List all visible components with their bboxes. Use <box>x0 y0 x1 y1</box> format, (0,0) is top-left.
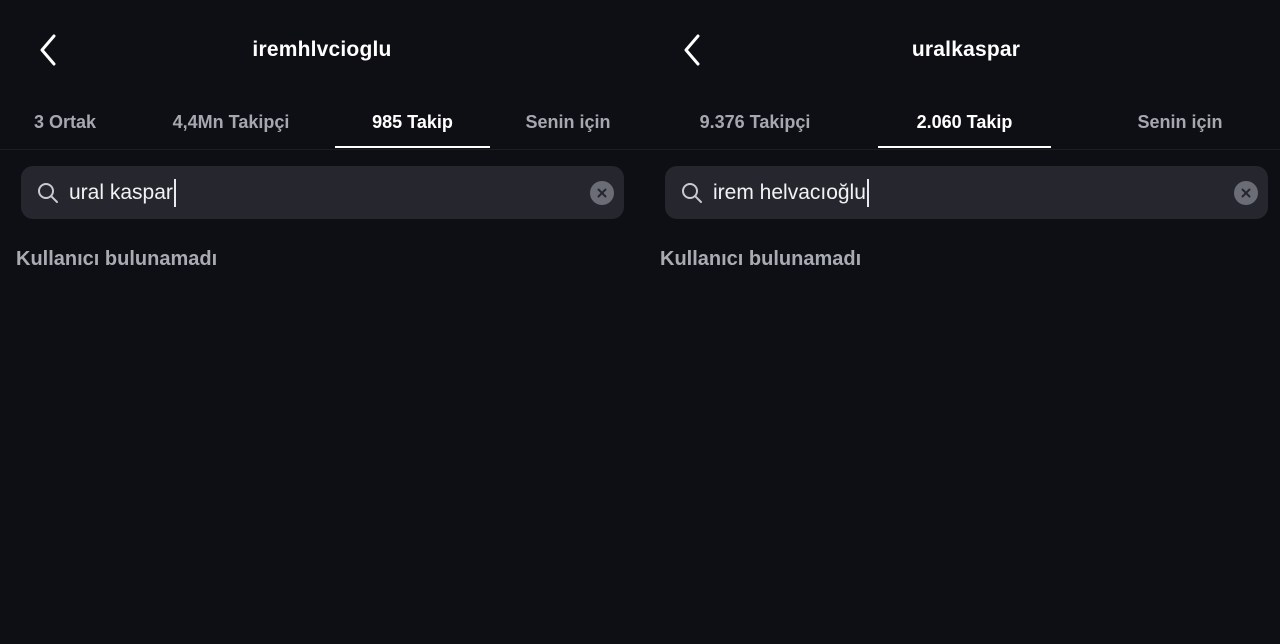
following-panel-right: uralkaspar 9.376 Takipçi 2.060 Takip Sen… <box>644 0 1280 644</box>
clear-search-button[interactable] <box>590 181 614 205</box>
clear-search-button[interactable] <box>1234 181 1258 205</box>
tab-mutual[interactable]: 3 Ortak <box>14 94 116 150</box>
no-results-message: Kullanıcı bulunamadı <box>16 248 218 270</box>
tab-label: 9.376 Takipçi <box>699 111 811 132</box>
tab-label: Senin için <box>525 111 611 132</box>
search-input[interactable]: ural kaspar <box>69 166 176 219</box>
search-icon <box>38 183 58 203</box>
tab-following[interactable]: 2.060 Takip <box>878 94 1051 150</box>
search-input[interactable]: irem helvacıoğlu <box>713 166 869 219</box>
tab-followers[interactable]: 9.376 Takipçi <box>674 94 836 150</box>
tab-label: 985 Takip <box>372 111 453 132</box>
active-tab-indicator <box>878 146 1051 148</box>
clear-circle-icon <box>597 188 607 198</box>
tab-for-you[interactable]: Senin için <box>1122 94 1238 150</box>
search-query: ural kaspar <box>69 180 173 204</box>
search-query: irem helvacıoğlu <box>713 180 866 204</box>
clear-circle-icon <box>1241 188 1251 198</box>
search-icon <box>682 183 702 203</box>
following-panel-left: iremhlvcioglu 3 Ortak 4,4Mn Takipçi 985 … <box>0 0 644 644</box>
tab-bar: 3 Ortak 4,4Mn Takipçi 985 Takip Senin iç… <box>0 94 644 150</box>
text-cursor <box>866 178 869 207</box>
tab-label: 2.060 Takip <box>916 111 1013 132</box>
tab-for-you[interactable]: Senin için <box>510 94 626 150</box>
profile-username: uralkaspar <box>911 38 1021 61</box>
search-field[interactable]: ural kaspar <box>21 166 624 219</box>
tab-divider <box>644 149 1280 150</box>
screenshot-composite: iremhlvcioglu 3 Ortak 4,4Mn Takipçi 985 … <box>0 0 1280 644</box>
tab-following[interactable]: 985 Takip <box>335 94 490 150</box>
active-tab-indicator <box>335 146 490 148</box>
tab-bar: 9.376 Takipçi 2.060 Takip Senin için <box>644 94 1280 150</box>
profile-username: iremhlvcioglu <box>252 38 392 61</box>
tab-followers[interactable]: 4,4Mn Takipçi <box>150 94 312 150</box>
search-field[interactable]: irem helvacıoğlu <box>665 166 1268 219</box>
tab-label: Senin için <box>1137 111 1223 132</box>
no-results-message: Kullanıcı bulunamadı <box>660 248 862 270</box>
tab-label: 4,4Mn Takipçi <box>172 111 290 132</box>
tab-label: 3 Ortak <box>33 111 97 132</box>
text-cursor <box>173 178 176 207</box>
tab-divider <box>0 149 644 150</box>
